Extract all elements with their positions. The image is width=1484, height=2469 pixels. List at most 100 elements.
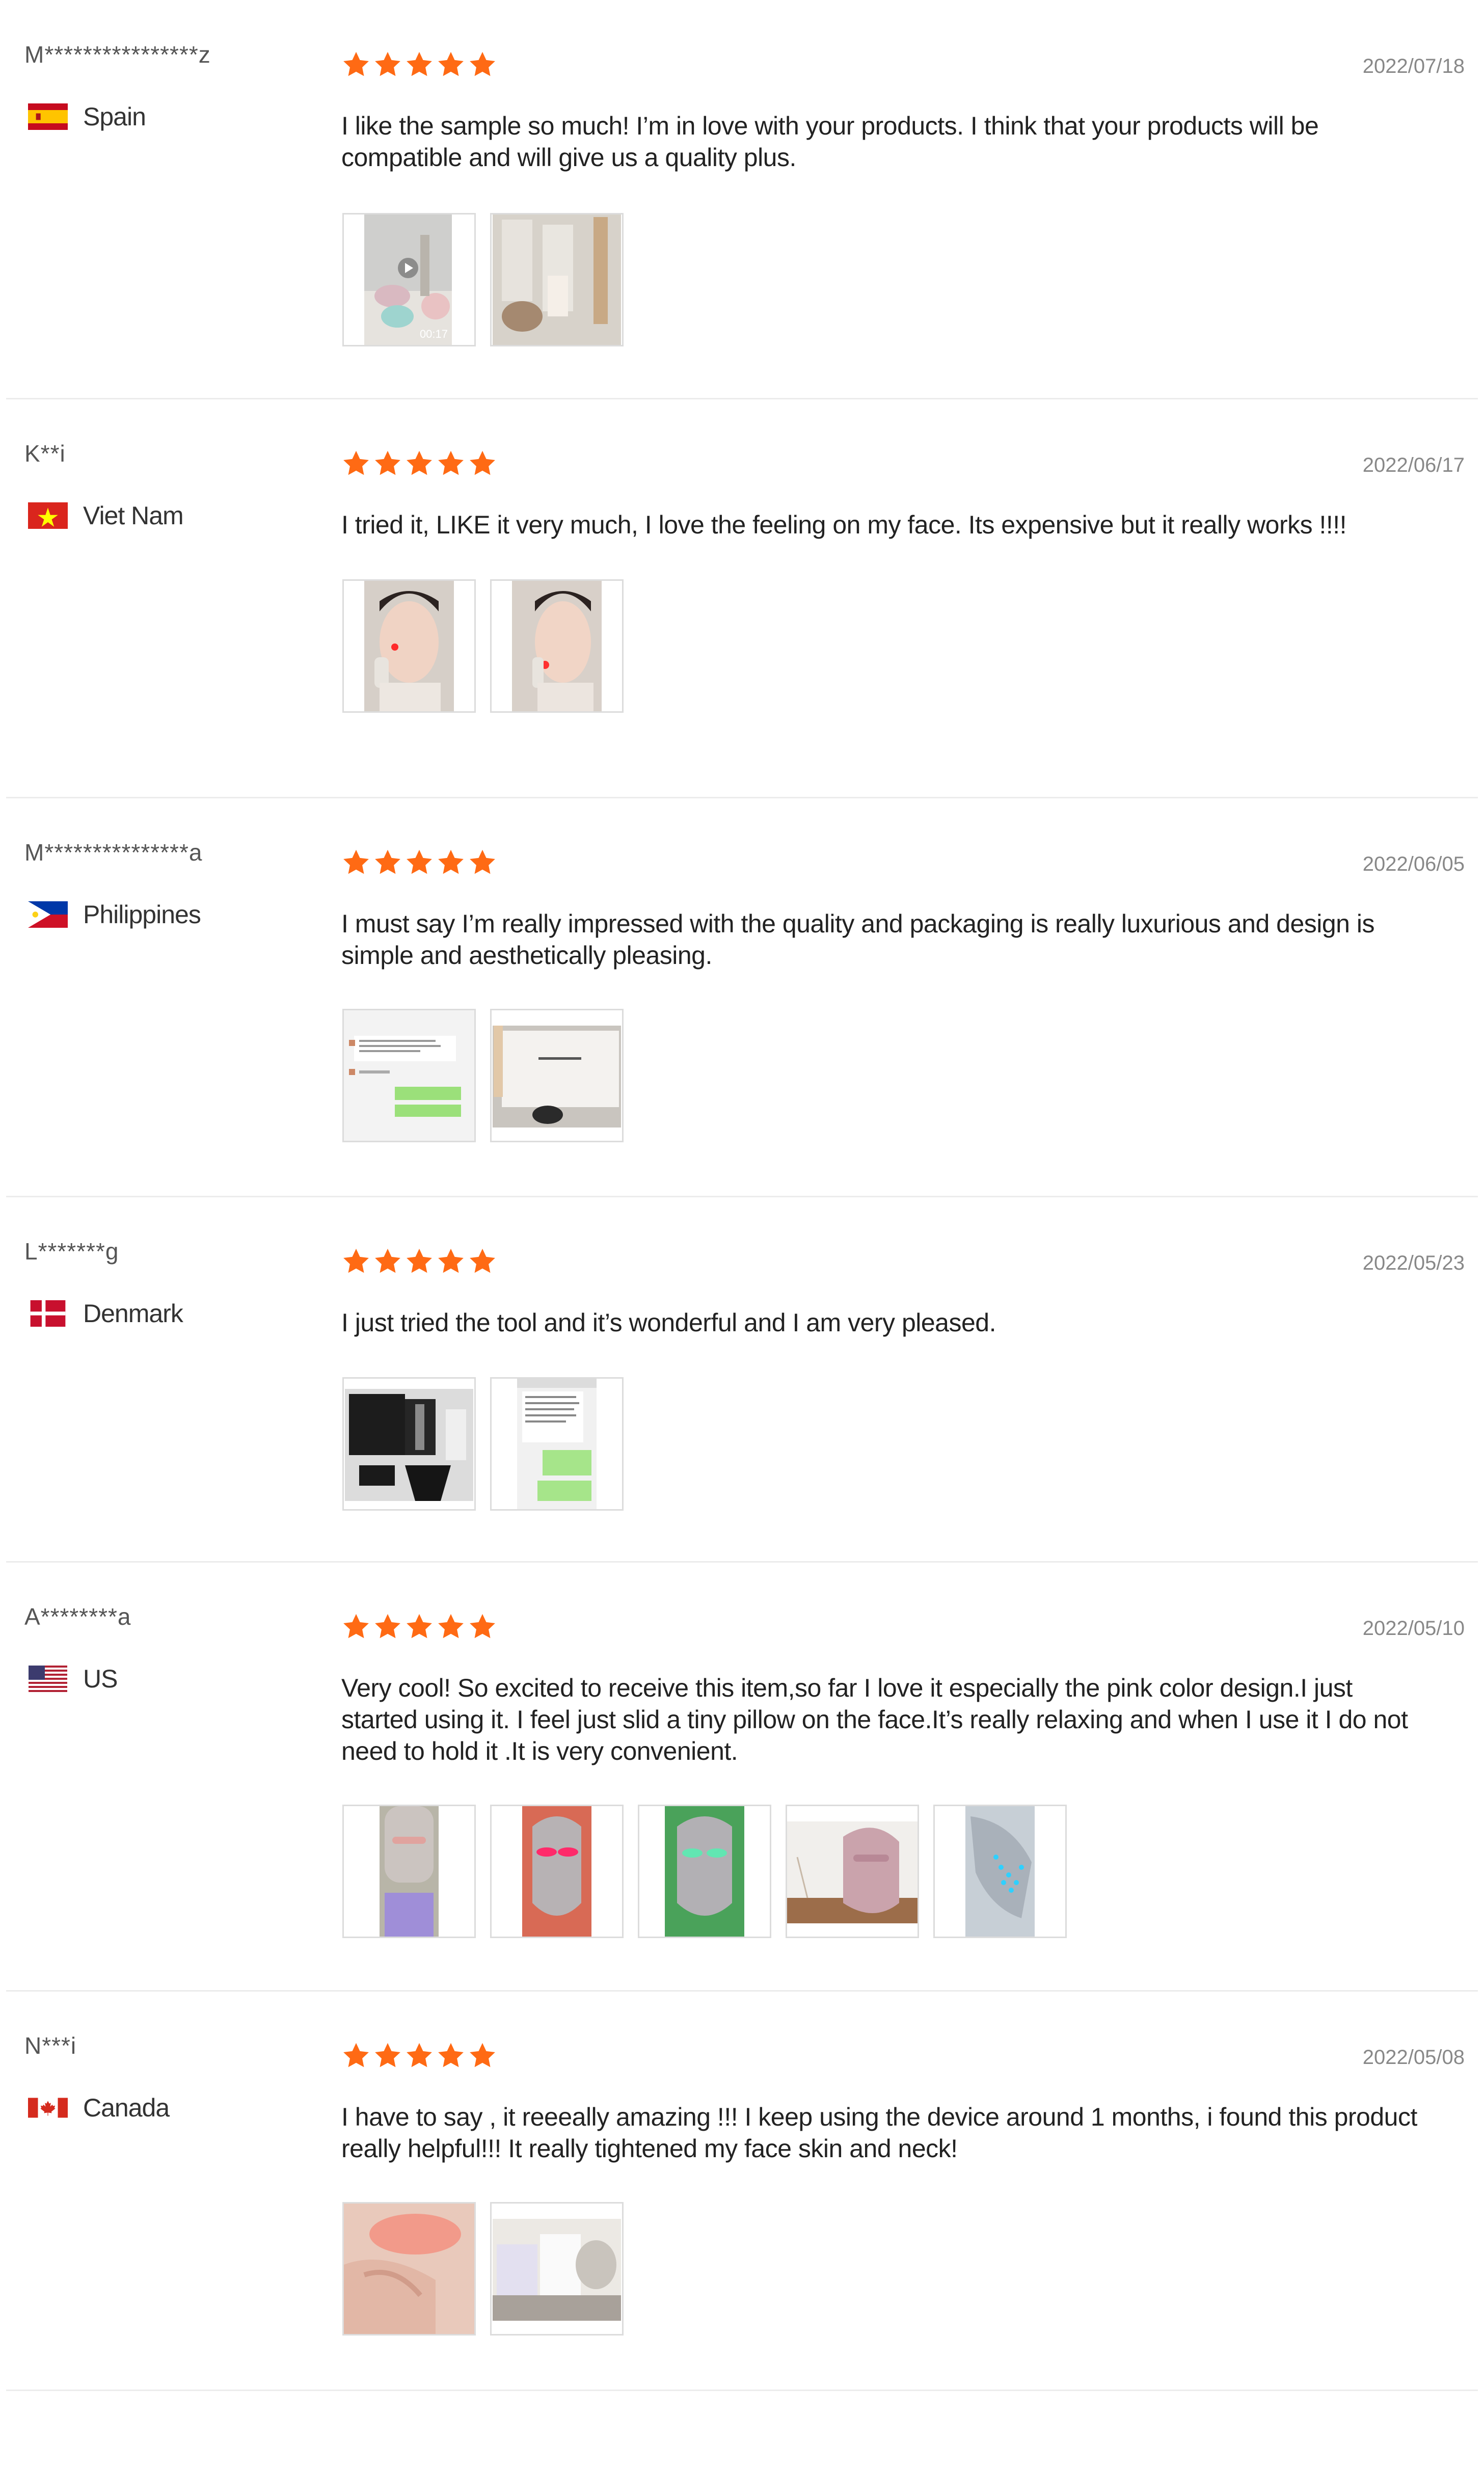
country-name: Denmark — [83, 1299, 183, 1328]
review-text: I like the sample so much! I’m in love w… — [341, 112, 1319, 172]
star-icon — [404, 50, 434, 79]
star-icon — [341, 449, 371, 478]
star-icon — [404, 1612, 434, 1642]
review-date: 2022/05/10 — [1362, 1617, 1465, 1640]
photo-chat-screenshot[interactable] — [342, 1009, 476, 1142]
photo-mask-red-light[interactable] — [490, 1805, 624, 1938]
star-icon — [341, 2041, 371, 2071]
reviewer-country: Viet Nam — [28, 501, 184, 530]
review-photos — [342, 1377, 638, 1511]
star-icon — [341, 50, 371, 79]
reviewer-name: L*******g — [24, 1238, 119, 1265]
star-rating — [341, 1612, 499, 1642]
star-rating — [341, 1247, 499, 1276]
review-date: 2022/06/17 — [1362, 454, 1465, 476]
philippines-flag-icon — [28, 901, 68, 928]
review-photos — [342, 1009, 638, 1142]
star-icon — [436, 2041, 466, 2071]
star-rating — [341, 50, 499, 79]
reviewer-name: A********a — [24, 1603, 131, 1630]
us-flag-icon — [28, 1666, 68, 1692]
review-text: I tried it, LIKE it very much, I love th… — [341, 511, 1347, 539]
review-text: Very cool! So excited to receive this it… — [341, 1674, 1408, 1765]
star-icon — [404, 449, 434, 478]
country-name: Spain — [83, 102, 146, 131]
star-rating — [341, 2041, 499, 2071]
star-icon — [404, 848, 434, 877]
star-rating — [341, 848, 499, 877]
review-item: N***i Canada 2022/05/08 I have to say , it … — [0, 1991, 1484, 2389]
star-icon — [404, 2041, 434, 2071]
review-photos — [342, 2202, 638, 2336]
reviewer-country: US — [28, 1664, 118, 1694]
review-divider — [6, 1990, 1478, 1992]
review-divider — [6, 398, 1478, 399]
photo-mask-blue-light[interactable] — [933, 1805, 1067, 1938]
star-icon — [468, 449, 497, 478]
star-icon — [373, 1247, 402, 1276]
canada-flag-icon — [28, 2095, 68, 2121]
photo-mask-pink[interactable] — [786, 1805, 919, 1938]
review-photos: 00:17 — [342, 213, 638, 346]
reviewer-name: K**i — [24, 440, 66, 467]
review-divider — [6, 1561, 1478, 1563]
star-icon — [341, 1612, 371, 1642]
star-icon — [373, 2041, 402, 2071]
country-name: Philippines — [83, 900, 201, 929]
review-date: 2022/07/18 — [1362, 55, 1465, 77]
photo-products-packaging[interactable] — [490, 213, 624, 346]
country-name: Canada — [83, 2094, 170, 2122]
star-icon — [373, 1612, 402, 1642]
reviewer-country: Spain — [28, 102, 146, 131]
star-icon — [468, 848, 497, 877]
star-rating — [341, 449, 499, 478]
photo-neck-red-light[interactable] — [342, 2202, 476, 2336]
review-text: I just tried the tool and it’s wonderful… — [341, 1308, 996, 1337]
video-thumbnail-products[interactable]: 00:17 — [342, 213, 476, 346]
star-icon — [468, 1247, 497, 1276]
star-icon — [404, 1247, 434, 1276]
photo-chat-messages[interactable] — [490, 1377, 624, 1511]
star-icon — [468, 2041, 497, 2071]
photo-device-kit[interactable] — [342, 1377, 476, 1511]
star-icon — [436, 1612, 466, 1642]
review-item: L*******g Denmark 2022/05/23 I just tried t… — [0, 1197, 1484, 1594]
reviewer-name: M***************a — [24, 839, 203, 866]
photo-mask-worn[interactable] — [342, 1805, 476, 1938]
review-photos — [342, 1805, 1081, 1938]
reviewer-country: Philippines — [28, 900, 201, 929]
review-date: 2022/05/23 — [1362, 1252, 1465, 1274]
photo-device-box[interactable] — [490, 2202, 624, 2336]
star-icon — [436, 50, 466, 79]
review-photos — [342, 579, 638, 713]
star-icon — [341, 848, 371, 877]
spain-flag-icon — [28, 103, 68, 130]
review-item: K**i Viet Nam 2022/06/17 I tried it, LIKE i… — [0, 399, 1484, 796]
country-name: Viet Nam — [83, 501, 184, 530]
photo-mask-green-light[interactable] — [638, 1805, 771, 1938]
star-icon — [373, 449, 402, 478]
review-text: I must say I’m really impressed with the… — [341, 909, 1374, 970]
star-icon — [436, 449, 466, 478]
review-divider — [6, 1196, 1478, 1197]
photo-face-device-2[interactable] — [490, 579, 624, 713]
photo-face-device-1[interactable] — [342, 579, 476, 713]
country-name: US — [83, 1665, 118, 1693]
denmark-flag-icon — [28, 1300, 68, 1327]
star-icon — [341, 1247, 371, 1276]
photo-beauty-partner-box[interactable] — [490, 1009, 624, 1142]
review-date: 2022/06/05 — [1362, 853, 1465, 875]
star-icon — [436, 1247, 466, 1276]
reviewer-name: M****************z — [24, 41, 211, 68]
star-icon — [373, 848, 402, 877]
star-icon — [468, 50, 497, 79]
reviewer-country: Canada — [28, 2093, 170, 2123]
star-icon — [436, 848, 466, 877]
review-text: I have to say , it reeeally amazing !!! … — [341, 2103, 1417, 2163]
reviewer-name: N***i — [24, 2032, 77, 2059]
reviewer-country: Denmark — [28, 1299, 183, 1328]
video-duration: 00:17 — [419, 328, 448, 340]
review-divider — [6, 797, 1478, 798]
review-item: M****************z Spain 2022/07/18 I like … — [0, 0, 1484, 397]
star-icon — [468, 1612, 497, 1642]
